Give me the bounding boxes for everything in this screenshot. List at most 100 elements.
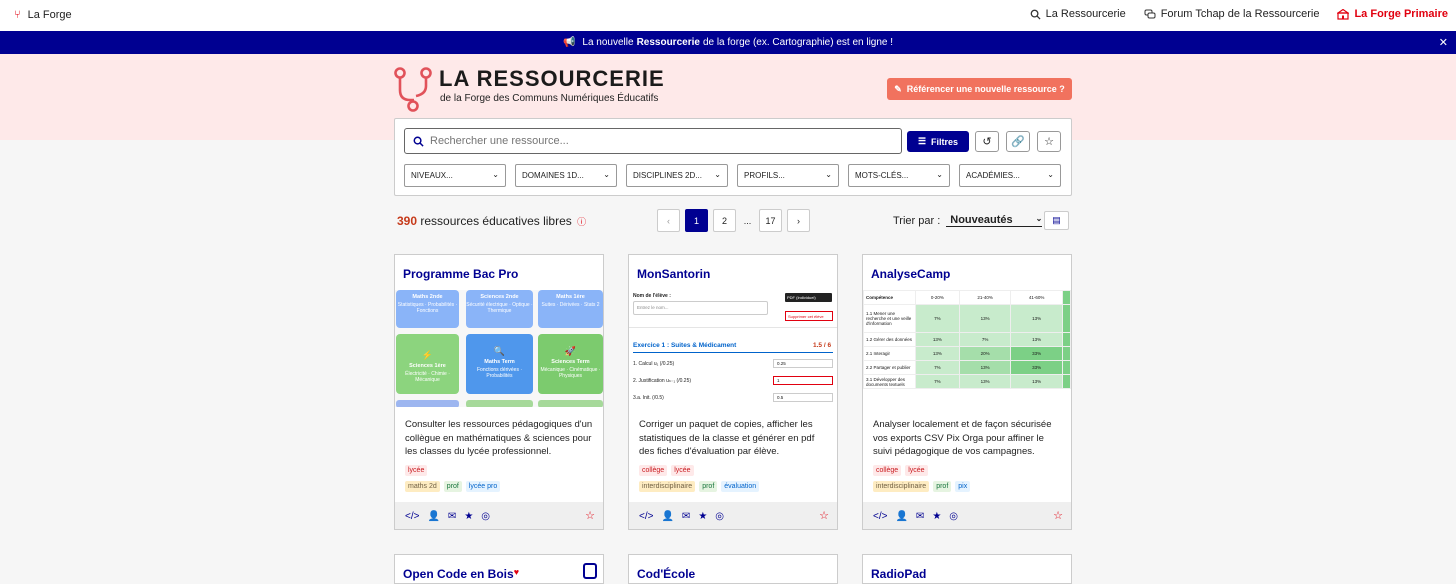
- page-title: LA RESSOURCERIE: [439, 66, 665, 91]
- thumb-text: 1.5 / 6: [813, 342, 832, 349]
- thumb-text: 21-40%: [958, 290, 1012, 305]
- prev-page-button[interactable]: ‹: [657, 209, 680, 232]
- next-page-button[interactable]: ›: [787, 209, 810, 232]
- target-icon[interactable]: ◎: [715, 511, 724, 522]
- card-title[interactable]: MonSantorin: [637, 267, 710, 281]
- nav-forum-tchap[interactable]: Forum Tchap de la Ressourcerie: [1144, 8, 1319, 20]
- thumb-text: PDF (Individuel): [785, 293, 832, 302]
- card-tags-level: lycée: [405, 465, 428, 476]
- nav-forge-primaire-label: La Forge Primaire: [1354, 8, 1448, 20]
- tag[interactable]: interdisciplinaire: [639, 481, 696, 492]
- help-icon[interactable]: ⓘ: [577, 217, 586, 227]
- favorite-star-icon[interactable]: ☆: [819, 509, 829, 522]
- page-1-button[interactable]: 1: [685, 209, 708, 232]
- close-icon[interactable]: ✕: [1439, 36, 1448, 49]
- resource-card-programme-bac-pro[interactable]: Programme Bac Pro Maths 2nde Statistiques…: [394, 254, 604, 530]
- view-toggle-button[interactable]: ▤: [1044, 211, 1069, 230]
- dropdown-label: ACADÉMIES...: [966, 171, 1020, 180]
- top-nav: La Ressourcerie Forum Tchap de la Ressou…: [1030, 8, 1448, 20]
- tag[interactable]: lycée: [405, 465, 428, 476]
- thumb-text: 13%: [915, 332, 960, 347]
- fork-icon: ⑂: [14, 9, 21, 21]
- target-icon[interactable]: ◎: [481, 511, 490, 522]
- card-footer: </> 👤 ✉ ★ ◎ ☆: [863, 502, 1071, 529]
- award-icon[interactable]: ★: [932, 511, 941, 522]
- resource-card-analysecamp[interactable]: AnalyseCamp Compétence 0-20% 21-40% 41-6…: [862, 254, 1072, 530]
- page-2-button[interactable]: 2: [713, 209, 736, 232]
- add-resource-button[interactable]: ✎ Référencer une nouvelle ressource ?: [887, 78, 1072, 100]
- card-tags-topic: interdisciplinaire prof pix: [873, 481, 971, 492]
- search-input[interactable]: [430, 135, 870, 147]
- thumb-text: 13%: [958, 360, 1012, 375]
- user-icon[interactable]: 👤: [661, 511, 673, 522]
- tag[interactable]: lycée: [905, 465, 928, 476]
- tag[interactable]: prof: [933, 481, 952, 492]
- dropdown-disciplines[interactable]: DISCIPLINES 2D... ⌄: [626, 164, 728, 187]
- brand-link[interactable]: ⑂ La Forge: [14, 9, 72, 21]
- award-icon[interactable]: ★: [698, 511, 707, 522]
- thumb-text: 13%: [958, 304, 1012, 333]
- tag[interactable]: lycée pro: [465, 481, 501, 492]
- favorites-button[interactable]: ☆: [1037, 131, 1061, 152]
- favorite-star-icon[interactable]: ☆: [1053, 509, 1063, 522]
- target-icon[interactable]: ◎: [949, 511, 958, 522]
- code-icon[interactable]: </>: [405, 511, 419, 522]
- card-title[interactable]: AnalyseCamp: [871, 267, 950, 281]
- tag[interactable]: pix: [955, 481, 971, 492]
- share-link-button[interactable]: 🔗: [1006, 131, 1030, 152]
- card-tags-topic: interdisciplinaire prof évaluation: [639, 481, 760, 492]
- sort-select[interactable]: Nouveautés ⌄: [946, 214, 1043, 227]
- dropdown-label: PROFILS...: [744, 171, 785, 180]
- banner-text-after: de la forge (ex. Cartographie) est en li…: [702, 37, 894, 48]
- favorite-star-icon[interactable]: ☆: [585, 509, 595, 522]
- resource-card-monsantorin[interactable]: MonSantorin Nom de l'élève : Entrez le n…: [628, 254, 838, 530]
- chevron-down-icon: ⌄: [1035, 214, 1043, 223]
- tag[interactable]: prof: [443, 481, 462, 492]
- tag[interactable]: évaluation: [721, 481, 760, 492]
- sliders-icon: ☰: [917, 136, 927, 146]
- dropdown-mots-cles[interactable]: MOTS-CLÉS... ⌄: [848, 164, 950, 187]
- user-icon[interactable]: 👤: [895, 511, 907, 522]
- tag[interactable]: maths 2d: [405, 481, 440, 492]
- tag[interactable]: collège: [639, 465, 668, 476]
- card-title[interactable]: Programme Bac Pro: [403, 267, 518, 281]
- resource-card-cod-ecole[interactable]: Cod'École: [628, 554, 838, 584]
- card-tags-topic: maths 2d prof lycée pro: [405, 481, 501, 492]
- thumb-text: 20%: [958, 346, 1012, 361]
- resource-card-open-code-en-bois[interactable]: Open Code en Bois♥: [394, 554, 604, 584]
- reset-button[interactable]: ↺: [975, 131, 999, 152]
- page-ellipsis: ...: [743, 215, 752, 226]
- results-count: 390 ressources éducatives libres ⓘ: [397, 214, 586, 228]
- top-bar: ⑂ La Forge La Ressourcerie Forum Tchap d…: [0, 0, 1456, 31]
- tag[interactable]: interdisciplinaire: [873, 481, 930, 492]
- dropdown-label: DOMAINES 1D...: [522, 171, 584, 180]
- card-description: Consulter les ressources pédagogiques d'…: [405, 419, 593, 457]
- dropdown-academies[interactable]: ACADÉMIES... ⌄: [959, 164, 1061, 187]
- dropdown-niveaux[interactable]: NIVEAUX... ⌄: [404, 164, 506, 187]
- chevron-down-icon: ⌄: [492, 170, 499, 179]
- thumb-text: Entrez le nom...: [633, 301, 768, 315]
- chevron-left-icon: ‹: [667, 215, 670, 226]
- mail-icon[interactable]: ✉: [448, 511, 456, 522]
- nav-ressourcerie[interactable]: La Ressourcerie: [1030, 8, 1126, 20]
- tag[interactable]: prof: [699, 481, 718, 492]
- mail-icon[interactable]: ✉: [682, 511, 690, 522]
- mail-icon[interactable]: ✉: [916, 511, 924, 522]
- award-icon[interactable]: ★: [464, 511, 473, 522]
- resource-card-radiopad[interactable]: RadioPad: [862, 554, 1072, 584]
- dropdown-domaines[interactable]: DOMAINES 1D... ⌄: [515, 164, 617, 187]
- code-icon[interactable]: </>: [873, 511, 887, 522]
- thumb-text: Nom de l'élève :: [633, 293, 671, 299]
- list-view-icon: ▤: [1052, 215, 1061, 225]
- thumb-text: Supprimer cet élève: [785, 311, 833, 321]
- nav-forge-primaire[interactable]: La Forge Primaire: [1337, 8, 1448, 20]
- user-icon[interactable]: 👤: [427, 511, 439, 522]
- tag[interactable]: collège: [873, 465, 902, 476]
- tag[interactable]: lycée: [671, 465, 694, 476]
- thumb-text: 2.1 Interagir: [863, 346, 916, 361]
- page-17-button[interactable]: 17: [759, 209, 782, 232]
- code-icon[interactable]: </>: [639, 511, 653, 522]
- dropdown-profils[interactable]: PROFILS... ⌄: [737, 164, 839, 187]
- filters-button[interactable]: ☰ Filtres: [907, 131, 969, 152]
- results-count-number: 390: [397, 214, 418, 228]
